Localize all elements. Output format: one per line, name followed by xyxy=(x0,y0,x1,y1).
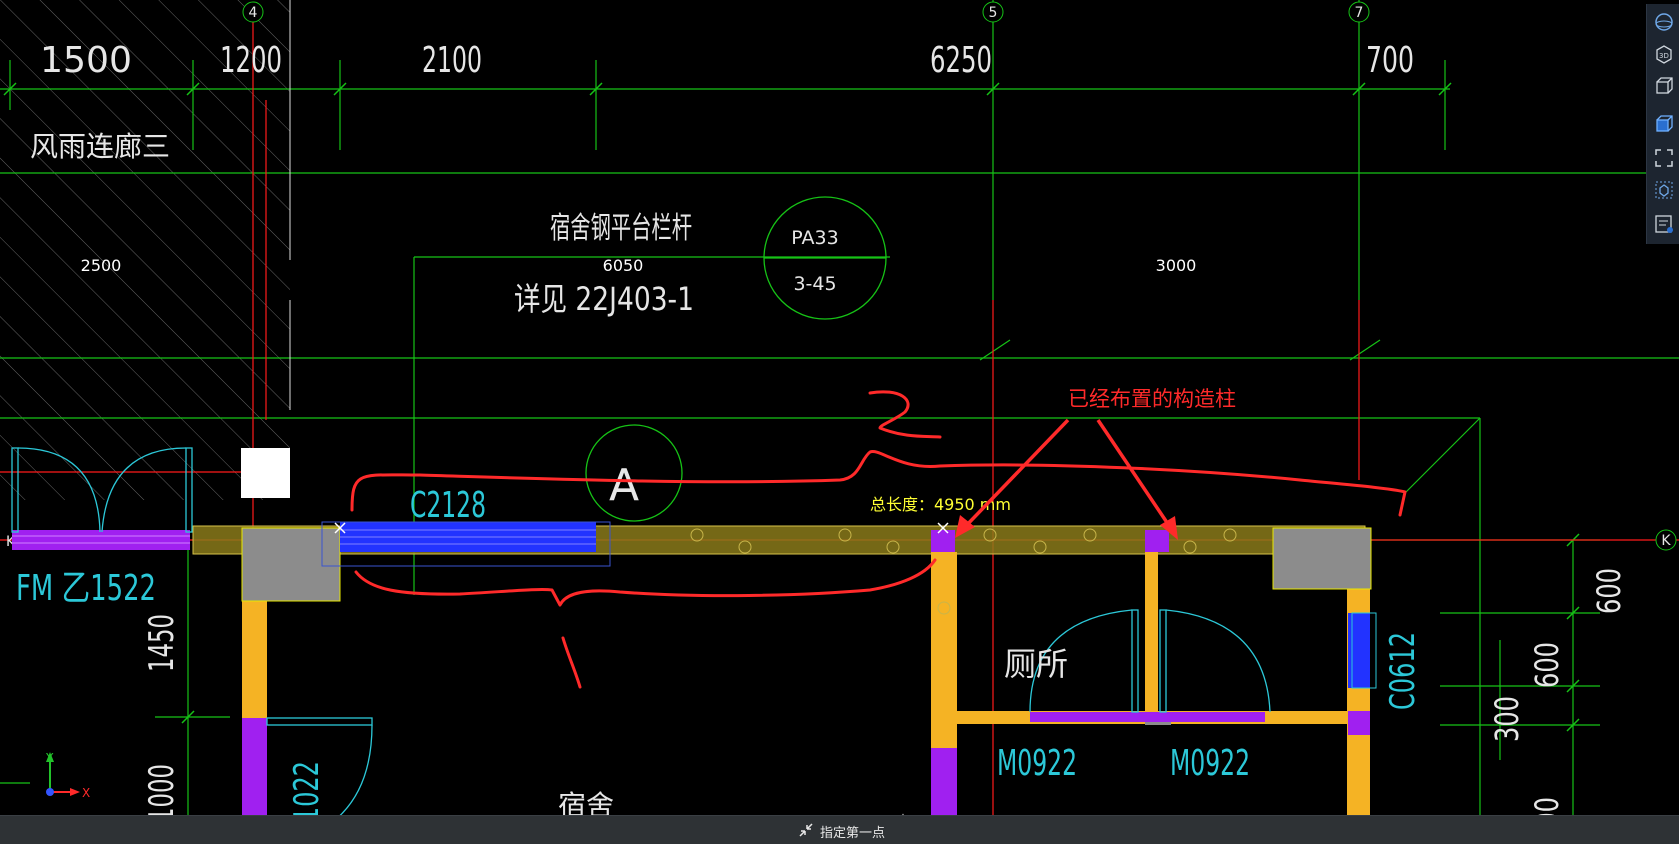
struct-column-2 xyxy=(1145,530,1169,552)
detail-bottom-text: 3-45 xyxy=(793,273,836,295)
dim-1000: 1000 xyxy=(142,764,182,822)
dim-1450: 1450 xyxy=(142,614,182,672)
model-select-icon[interactable] xyxy=(1652,178,1676,202)
svg-text:A: A xyxy=(609,460,639,511)
axis-bubble-4: 4 xyxy=(242,1,264,23)
cube-icon[interactable] xyxy=(1652,74,1676,98)
railing-title: 宿舍钢平台栏杆 xyxy=(550,211,692,246)
dim-6050: 6050 xyxy=(603,256,644,275)
detail-callout-pa33: PA33 3-45 xyxy=(763,196,887,320)
axis-bubble-k-right: K xyxy=(1655,529,1677,551)
svg-text:3D: 3D xyxy=(1659,52,1669,60)
walls xyxy=(192,525,1370,843)
dim-right-300: 300 xyxy=(1488,696,1526,742)
3d-view-icon[interactable]: 3D xyxy=(1652,42,1676,66)
white-marker-square xyxy=(241,448,290,498)
dim-3000: 3000 xyxy=(1156,256,1197,275)
blue-cube-icon[interactable] xyxy=(1652,112,1676,136)
dim-2100: 2100 xyxy=(422,40,482,81)
cad-canvas[interactable]: 4 5 7 K K 4 1500 1200 2100 6250 700 2500… xyxy=(0,0,1679,843)
pick-point-icon xyxy=(799,823,813,837)
window-label-c2128: C2128 xyxy=(410,485,486,526)
command-prompt: 指定第一点 xyxy=(820,826,886,841)
dim-6250: 6250 xyxy=(930,40,992,81)
svg-text:5: 5 xyxy=(989,5,998,21)
sphere-icon[interactable] xyxy=(1652,10,1676,34)
detail-top-text: PA33 xyxy=(791,227,838,249)
svg-text:Y: Y xyxy=(45,751,54,765)
room-label-toilet: 厕所 xyxy=(1004,645,1068,683)
door-label-m0922-a: M0922 xyxy=(997,743,1077,784)
total-length-readout: 总长度：4950 mm xyxy=(870,495,1011,514)
svg-text:X: X xyxy=(82,786,90,800)
window-label-c0612: C0612 xyxy=(1383,632,1423,710)
svg-text:4: 4 xyxy=(249,5,258,21)
ucs-icon: Y X xyxy=(45,751,90,800)
section-mark-a: A xyxy=(585,424,683,522)
axis-bubble-7: 7 xyxy=(1348,1,1370,23)
door-swings xyxy=(11,447,1271,843)
properties-icon[interactable] xyxy=(1652,212,1676,236)
windows xyxy=(12,521,1377,843)
struct-column-1 xyxy=(931,530,955,552)
svg-text:7: 7 xyxy=(1355,5,1364,21)
corridor-label: 风雨连廊三 xyxy=(30,130,170,163)
door-label-fm: FM 乙1522 xyxy=(16,568,156,609)
dim-1500: 1500 xyxy=(40,40,132,81)
dim-right-600-b: 600 xyxy=(1528,642,1566,688)
svg-text:K: K xyxy=(1661,533,1671,549)
top-dimensions: 1500 1200 2100 6250 700 xyxy=(40,40,1414,81)
dim-right-600-a: 600 xyxy=(1590,568,1628,614)
annotation-arrows xyxy=(955,418,1178,540)
fullscreen-icon[interactable] xyxy=(1652,146,1676,170)
railing-reference: 详见 22J403-1 xyxy=(514,280,694,318)
annotation-placed-columns: 已经布置的构造柱 xyxy=(1068,387,1236,411)
columns xyxy=(241,527,1372,725)
view-toolbar: 3D xyxy=(1646,4,1679,244)
door-label-m0922-b: M0922 xyxy=(1170,743,1250,784)
dim-2500: 2500 xyxy=(81,256,122,275)
dim-1200: 1200 xyxy=(220,40,282,81)
dim-700: 700 xyxy=(1366,40,1414,81)
status-bar: 指定第一点 xyxy=(0,815,1679,844)
axis-bubble-5: 5 xyxy=(982,1,1004,23)
